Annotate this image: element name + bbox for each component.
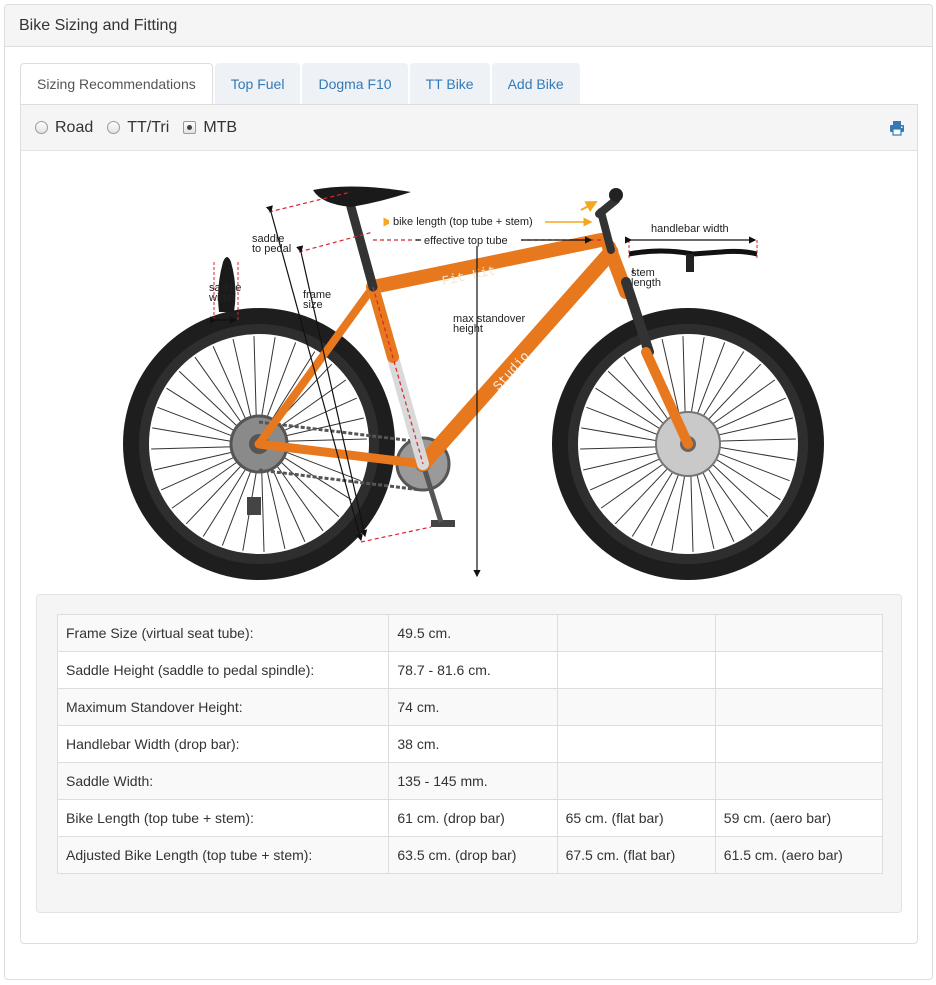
table-row: Adjusted Bike Length (top tube + stem): 6… [56,836,884,874]
row-value: 61.5 cm. (aero bar) [714,836,884,874]
sizing-content: Road TT/Tri MTB Fit Kit Studio bike leng… [20,104,918,944]
bike-type-mtb[interactable]: MTB [183,119,237,137]
road-radio[interactable] [35,121,48,134]
tab-dogma-f10[interactable]: Dogma F10 [302,63,408,104]
row-value: 65 cm. (flat bar) [556,799,716,837]
bike-type-label: MTB [203,118,238,136]
row-value [556,614,716,652]
row-label: Saddle Width: [56,762,390,800]
label-effective-top-tube: effective top tube [424,235,508,247]
label-stem-length: length [631,277,661,289]
row-label: Frame Size (virtual seat tube): [56,614,390,652]
table-row: Handlebar Width (drop bar): 38 cm. [56,725,884,763]
row-value: 67.5 cm. (flat bar) [556,836,716,874]
bike-type-label: Road [55,118,94,136]
row-value [556,762,716,800]
row-value: 135 - 145 mm. [388,762,558,800]
saddle [313,186,411,207]
bike-type-tt-tri[interactable]: TT/Tri [107,119,169,137]
bike-fit-diagram: Fit Kit Studio bike length (top tube + s… [123,186,824,580]
panel-title: Bike Sizing and Fitting [5,5,932,47]
bike-tabs: Sizing Recommendations Top Fuel Dogma F1… [20,63,582,104]
row-value [556,651,716,689]
label-bike-length: bike length (top tube + stem) [393,216,533,228]
bike-sizing-panel: Bike Sizing and Fitting Sizing Recommend… [4,4,933,980]
row-value: 74 cm. [388,688,558,726]
tab-add-bike[interactable]: Add Bike [491,63,580,104]
tab-tt-bike[interactable]: TT Bike [409,63,490,104]
row-value [714,614,884,652]
bike-type-road[interactable]: Road [35,119,93,137]
tt-tri-radio[interactable] [107,121,121,134]
row-value [556,688,716,726]
row-value: 63.5 cm. (drop bar) [388,836,558,874]
row-label: Handlebar Width (drop bar): [56,725,390,763]
bike-type-selector: Road TT/Tri MTB [21,105,917,151]
label-saddle-width: width [208,292,235,304]
row-value: 49.5 cm. [388,614,558,652]
table-row: Frame Size (virtual seat tube): 49.5 cm. [56,614,884,652]
row-label: Bike Length (top tube + stem): [56,799,390,837]
row-value [556,725,716,763]
row-label: Adjusted Bike Length (top tube + stem): [56,836,390,874]
label-max-standover: height [453,323,483,335]
row-label: Maximum Standover Height: [56,688,390,726]
label-saddle-to-pedal: to pedal [252,243,291,255]
sizing-results-well: Frame Size (virtual seat tube): 49.5 cm. S… [36,594,902,913]
row-label: Saddle Height (saddle to pedal spindle): [56,651,390,689]
row-value: 59 cm. (aero bar) [714,799,884,837]
mtb-radio[interactable] [183,121,197,134]
row-value [714,688,884,726]
label-handlebar-width: handlebar width [651,223,729,235]
row-value: 38 cm. [388,725,558,763]
table-row: Maximum Standover Height: 74 cm. [56,688,884,726]
sizing-table: Frame Size (virtual seat tube): 49.5 cm. S… [56,614,884,874]
table-row: Bike Length (top tube + stem): 61 cm. (dr… [56,799,884,837]
row-value: 61 cm. (drop bar) [388,799,558,837]
row-value [714,725,884,763]
row-value [714,651,884,689]
table-row: Saddle Width: 135 - 145 mm. [56,762,884,800]
label-frame-size: size [303,299,323,311]
tab-sizing-recommendations[interactable]: Sizing Recommendations [20,63,213,104]
row-value [714,762,884,800]
bike-type-label: TT/Tri [127,118,170,136]
tab-top-fuel[interactable]: Top Fuel [214,63,301,104]
print-icon[interactable] [889,120,905,136]
row-value: 78.7 - 81.6 cm. [388,651,558,689]
table-row: Saddle Height (saddle to pedal spindle):… [56,651,884,689]
